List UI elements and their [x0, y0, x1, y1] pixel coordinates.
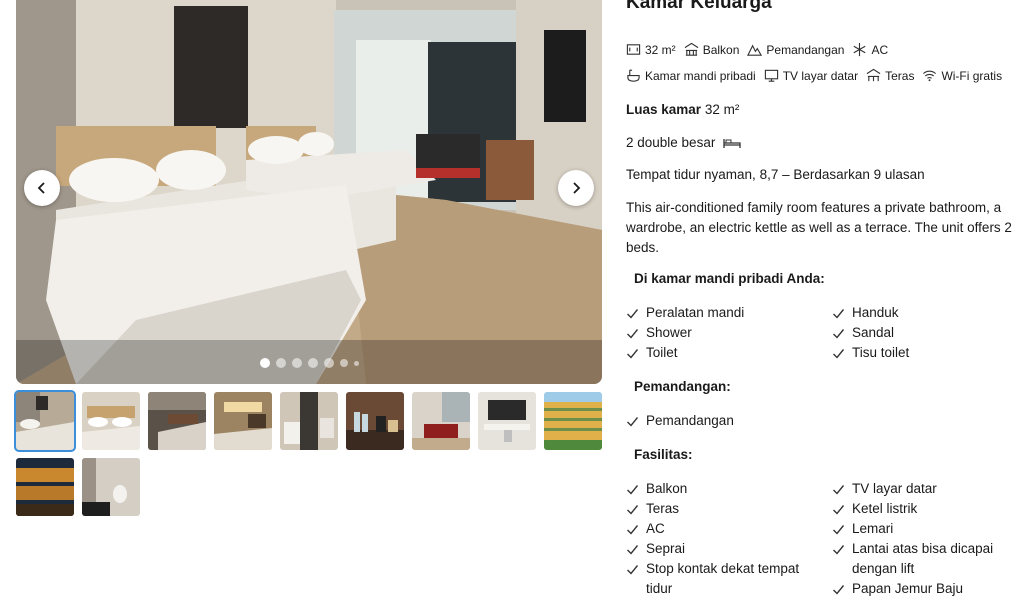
list-item: Pemandangan — [626, 411, 826, 434]
bed-rating-line: Tempat tidur nyaman, 8,7 – Berdasarkan 9… — [626, 167, 925, 182]
thumbnail-desk[interactable] — [478, 392, 536, 450]
photo-gallery — [14, 0, 602, 516]
checkmark-icon — [627, 485, 639, 495]
next-photo-button[interactable] — [558, 170, 594, 206]
facility-balcony: Balkon — [684, 42, 739, 57]
thumbnail-bathroom[interactable] — [280, 392, 338, 450]
slide-dot[interactable] — [307, 358, 318, 368]
terrace-icon — [866, 68, 881, 82]
room-photo-image — [16, 0, 602, 384]
slide-indicator — [16, 358, 602, 368]
checkmark-icon — [833, 585, 845, 595]
thumbnail-bedroom-dark[interactable] — [148, 392, 206, 450]
facility-terrace: Teras — [866, 68, 914, 83]
chevron-right-icon — [573, 182, 581, 194]
checkmark-icon — [833, 485, 845, 495]
private-bathroom-icon — [627, 69, 640, 82]
chevron-left-icon — [37, 182, 45, 194]
bed-type-text: 2 double besar — [626, 135, 716, 150]
tv-icon — [764, 69, 778, 82]
list-item: Toilet — [626, 343, 826, 366]
list-item: Tisu toilet — [832, 343, 1022, 366]
slide-dot[interactable] — [323, 358, 334, 368]
room-title: Kamar Keluarga — [626, 0, 772, 13]
checkmark-icon — [833, 545, 845, 555]
main-room-photo[interactable] — [16, 0, 602, 384]
mountain-view-icon — [747, 44, 763, 56]
snowflake-ac-icon — [853, 42, 866, 57]
thumbnail-bedroom-lit[interactable] — [214, 392, 272, 450]
slide-dot[interactable] — [291, 358, 302, 368]
facility-view: Pemandangan — [747, 42, 844, 57]
checkmark-icon — [627, 505, 639, 515]
facility-summary-row: Kamar mandi pribadi TV layar datar Teras… — [626, 68, 1010, 83]
slide-dot[interactable] — [339, 359, 348, 367]
facility-tv: TV layar datar — [764, 68, 858, 83]
checkmark-icon — [627, 309, 639, 319]
room-size-line: Luas kamar 32 m² — [626, 102, 739, 117]
thumbnail-toilet[interactable] — [82, 458, 140, 516]
list-item: Stop kontak dekat tempat tidur — [626, 559, 826, 596]
checkmark-icon — [833, 525, 845, 535]
checkmark-icon — [833, 349, 845, 359]
checkmark-icon — [833, 505, 845, 515]
thumbnail-bedroom[interactable] — [82, 392, 140, 450]
checkmark-icon — [833, 329, 845, 339]
facility-wifi: Wi-Fi gratis — [922, 68, 1002, 83]
slide-dot[interactable] — [259, 358, 270, 368]
room-size-value: 32 m² — [704, 102, 740, 117]
facility-private-bathroom: Kamar mandi pribadi — [626, 68, 756, 83]
checkmark-icon — [627, 417, 639, 427]
bathroom-section-title: Di kamar mandi pribadi Anda: — [634, 271, 825, 286]
bed-type-line: 2 double besar — [626, 135, 741, 150]
view-section-title: Pemandangan: — [634, 379, 731, 394]
list-item: Lantai atas bisa dicapai dengan lift — [832, 539, 1022, 579]
thumbnail-amenities[interactable] — [346, 392, 404, 450]
slide-dot[interactable] — [353, 360, 359, 366]
thumbnail-sofa[interactable] — [412, 392, 470, 450]
room-size-icon — [626, 44, 641, 55]
thumbnail-building-exterior[interactable] — [544, 392, 602, 450]
checkmark-icon — [627, 565, 639, 575]
balcony-icon — [684, 42, 699, 56]
slide-dot[interactable] — [275, 358, 286, 368]
checkmark-icon — [627, 545, 639, 555]
bed-icon — [723, 139, 741, 149]
thumbnail-hotel-night[interactable] — [16, 458, 74, 516]
facility-ac: AC — [852, 42, 888, 57]
previous-photo-button[interactable] — [24, 170, 60, 206]
list-item: Papan Jemur Baju — [832, 579, 1022, 596]
facilities-section-title: Fasilitas: — [634, 447, 693, 462]
room-description: This air-conditioned family room feature… — [626, 200, 1012, 255]
checkmark-icon — [833, 309, 845, 319]
wifi-icon — [923, 70, 937, 82]
checkmark-icon — [627, 329, 639, 339]
thumbnail-bedroom[interactable] — [14, 390, 76, 452]
checkmark-icon — [627, 349, 639, 359]
facility-room-size: 32 m² — [626, 42, 676, 57]
facility-summary-row: 32 m² Balkon Pemandangan AC — [626, 42, 896, 57]
checkmark-icon — [627, 525, 639, 535]
room-size-label: Luas kamar — [626, 102, 702, 117]
